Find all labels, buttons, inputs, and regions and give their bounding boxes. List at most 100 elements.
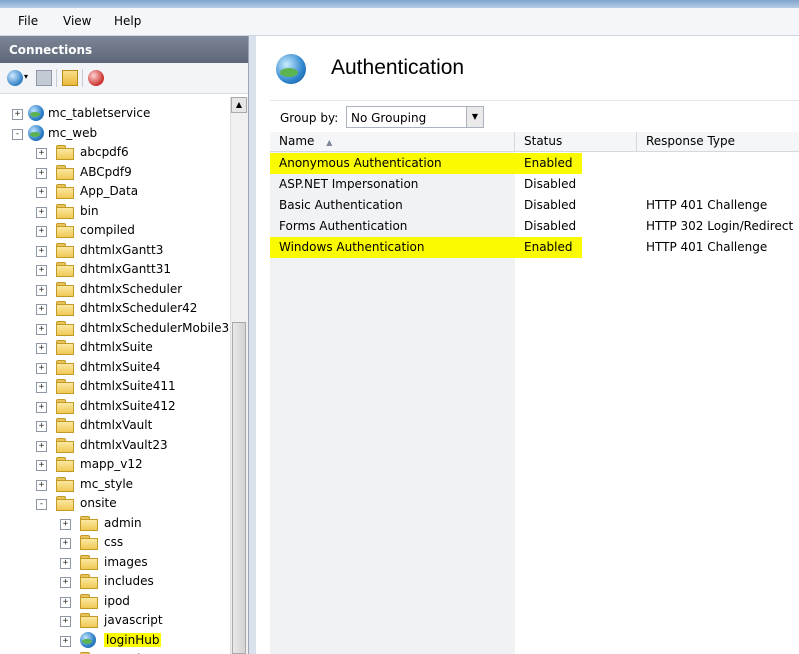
tree-node-label: onsite [80,496,117,510]
connections-pane: Connections ▾ + mc_tabletservice - mc_web + a… [0,36,249,654]
expand-icon[interactable]: + [36,421,47,432]
expand-icon[interactable]: + [36,148,47,159]
expand-icon[interactable]: + [36,362,47,374]
save-icon[interactable] [36,70,52,86]
table-row[interactable]: Forms Authentication Disabled HTTP 302 Log… [270,216,799,237]
group-by-value: No Grouping [351,111,427,125]
tree-node-label: dhtmlxGantt3 [80,242,164,257]
expand-icon[interactable]: + [36,401,47,413]
feature-panel: Authentication Group by: No Grouping ▼ N… [256,36,799,654]
cell-status: Enabled [524,156,573,170]
expand-icon[interactable]: + [60,557,71,569]
cell-response-type: HTTP 302 Login/Redirect [646,219,794,233]
folder-icon [56,437,74,453]
connections-tree: + mc_tabletservice - mc_web + abcpdf6 + ABCpdf9… [0,97,230,654]
menu-view[interactable]: View [63,14,91,28]
folder-icon [56,262,74,277]
tree-node-label: mc_style [80,476,134,491]
authentication-grid: Name ▲ Status Response Type Anonymous Au… [270,132,799,654]
tree-node-label: dhtmlxSuite4 [80,359,161,374]
tree-scrollbar[interactable]: ▲ [230,97,248,654]
tree-node-label: mc_web [48,125,98,140]
cell-name: Anonymous Authentication [279,156,442,170]
folder-icon [56,359,74,375]
table-row[interactable]: ASP.NET Impersonation Disabled [270,174,799,195]
expand-icon[interactable]: + [36,323,47,335]
expand-icon[interactable]: + [36,245,47,257]
cell-response-type: HTTP 401 Challenge [646,240,768,254]
expand-icon[interactable]: + [60,616,71,627]
expand-icon[interactable]: + [36,343,47,354]
connect-icon[interactable] [7,70,23,86]
collapse-icon[interactable]: - [12,128,23,140]
cell-name: ASP.NET Impersonation [279,177,419,191]
menu-file[interactable]: File [18,14,38,28]
folder-icon [80,613,98,628]
tree-node-label: dhtmlxScheduler42 [80,301,198,315]
group-by-bar: Group by: No Grouping ▼ [270,100,799,133]
tree-node-label: dhtmlxVault23 [80,437,168,452]
folder-icon [56,340,74,355]
folder-icon [80,574,98,589]
tree-node-label: mapp_v12 [80,457,143,471]
expand-icon[interactable]: + [36,479,47,491]
expand-icon[interactable]: + [36,167,47,179]
authentication-globe-icon [276,54,306,84]
folder-icon [56,223,74,238]
column-header-status[interactable]: Status [515,132,637,151]
page-title: Authentication [331,56,465,79]
table-row[interactable]: Windows Authentication Enabled HTTP 401 Ch… [270,237,799,258]
up-folder-icon[interactable] [62,70,78,86]
disconnect-icon[interactable] [88,70,104,86]
globe-icon [28,124,44,141]
tree-node-label: loginHub [104,632,162,647]
expand-icon[interactable]: + [36,460,47,471]
expand-icon[interactable]: + [60,635,71,647]
tree-node-label: ipod [104,593,130,608]
expand-icon[interactable]: + [60,596,71,608]
expand-icon[interactable]: + [36,304,47,315]
expand-icon[interactable]: + [36,206,47,218]
expand-icon[interactable]: + [36,265,47,276]
connections-toolbar: ▾ [0,63,248,94]
tree-node-label: mc_tabletservice [48,106,151,120]
connect-dropdown-icon[interactable]: ▾ [24,72,28,81]
folder-icon [56,418,74,433]
scroll-up-arrow-icon[interactable]: ▲ [231,97,247,113]
column-header-name[interactable]: Name ▲ [270,132,515,151]
folder-icon [56,457,74,472]
expand-icon[interactable]: + [36,440,47,452]
toolbar-separator [82,69,83,87]
scrollbar-thumb[interactable] [232,322,246,654]
expand-icon[interactable]: + [36,226,47,237]
folder-icon [56,301,74,316]
group-by-select[interactable]: No Grouping ▼ [346,106,484,128]
expand-icon[interactable]: + [60,577,71,588]
tree-node-label: dhtmlxScheduler [80,281,183,296]
cell-name: Windows Authentication [279,240,425,254]
table-row[interactable]: Basic Authentication Disabled HTTP 401 Cha… [270,195,799,216]
folder-icon [56,145,74,160]
menu-bar: File View Help [0,8,799,36]
folder-icon [56,476,74,492]
tree-node-label: dhtmlxSuite [80,340,153,354]
dropdown-arrow-icon[interactable]: ▼ [466,107,483,127]
expand-icon[interactable]: + [60,538,71,549]
collapse-icon[interactable]: - [36,499,47,510]
tree-node-label: dhtmlxGantt31 [80,262,171,276]
menu-help[interactable]: Help [114,14,141,28]
expand-icon[interactable]: + [36,187,47,198]
expand-icon[interactable]: + [36,382,47,393]
grid-header: Name ▲ Status Response Type [270,132,799,152]
column-header-response-type[interactable]: Response Type [637,132,799,151]
cell-status: Enabled [524,240,573,254]
expand-icon[interactable]: + [12,109,23,120]
folder-icon [56,496,74,511]
tree-node-label: abcpdf6 [80,145,129,159]
table-row[interactable]: Anonymous Authentication Enabled [270,153,799,174]
tree-node-label: javascript [104,613,163,627]
feature-header: Authentication [256,36,799,100]
expand-icon[interactable]: + [36,284,47,296]
expand-icon[interactable]: + [60,518,71,530]
tree-node-label: images [104,554,148,569]
